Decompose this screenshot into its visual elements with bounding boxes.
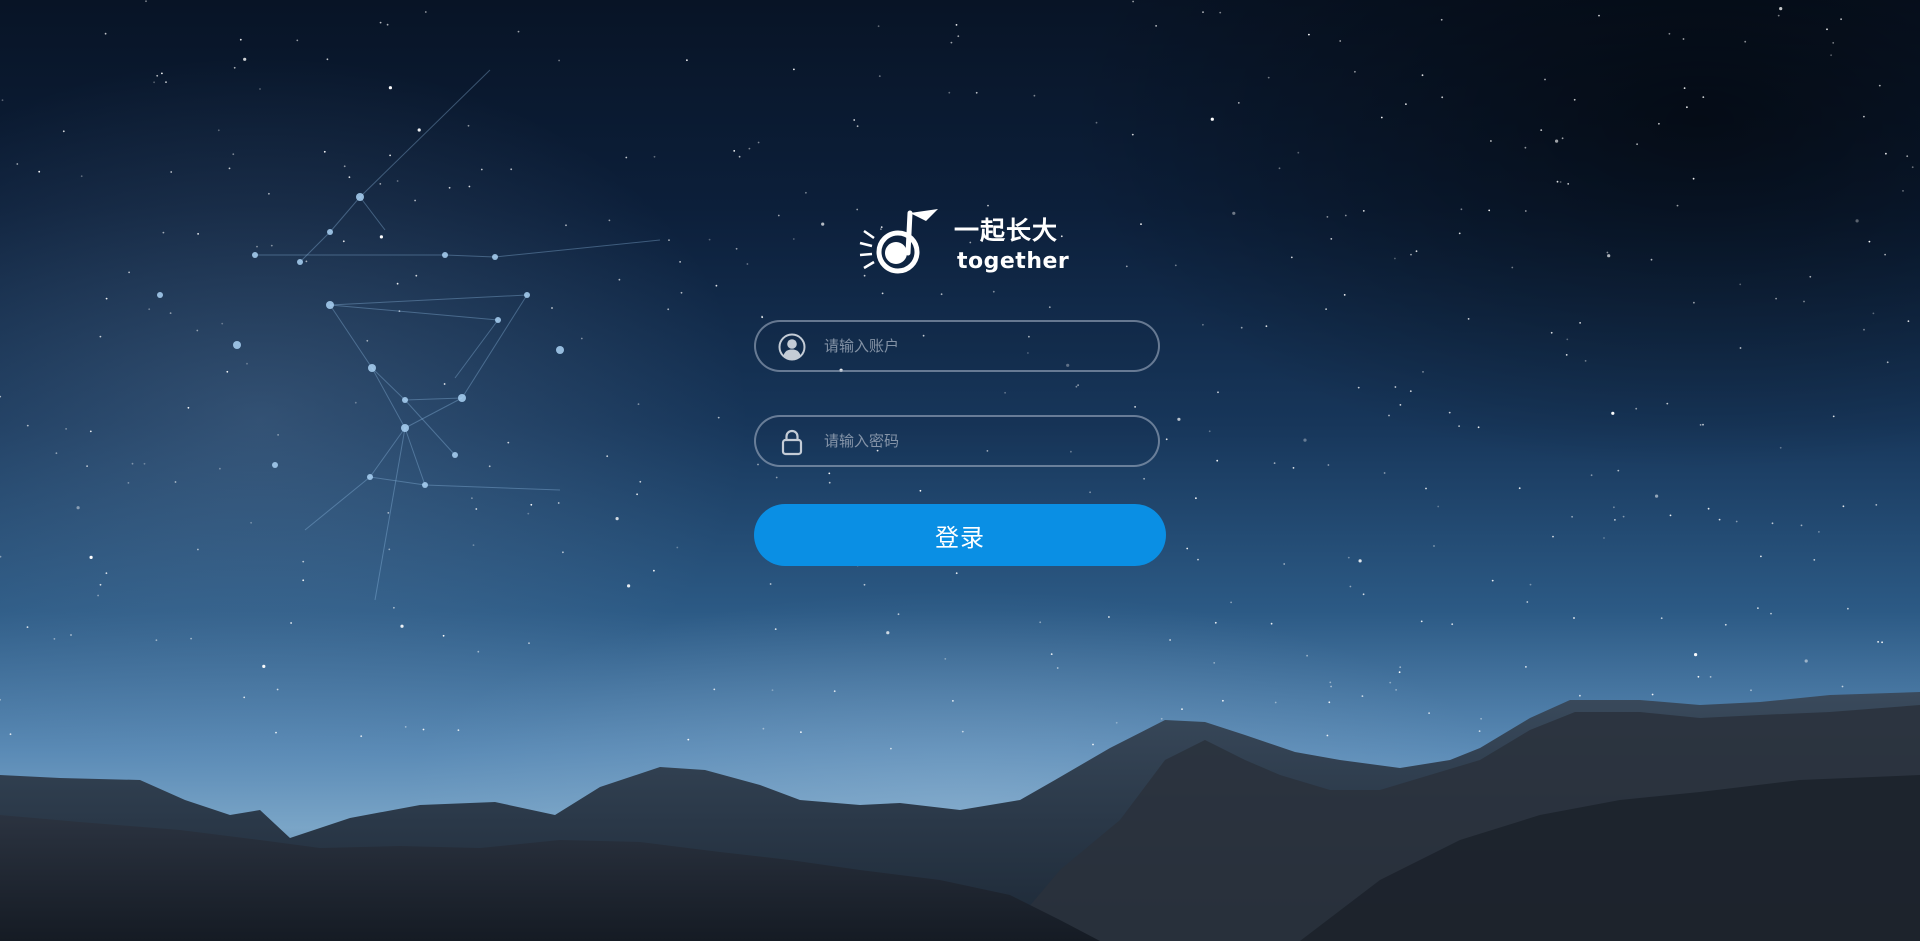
- username-input[interactable]: [824, 322, 1134, 370]
- user-avatar-icon: [778, 333, 806, 361]
- brand-name-chinese: 一起长大: [954, 216, 1059, 245]
- login-panel: 一起长大 together 登录: [754, 205, 1166, 566]
- music-note-logo-icon: [859, 209, 938, 274]
- brand-logo: 一起长大 together: [854, 205, 1074, 285]
- brand-name-english: together: [957, 249, 1070, 274]
- login-page: 一起长大 together 登录: [0, 0, 1920, 941]
- username-field[interactable]: [754, 320, 1160, 372]
- lock-icon: [781, 429, 803, 456]
- password-field[interactable]: [754, 415, 1160, 467]
- login-button[interactable]: 登录: [754, 504, 1166, 566]
- password-input[interactable]: [824, 417, 1134, 465]
